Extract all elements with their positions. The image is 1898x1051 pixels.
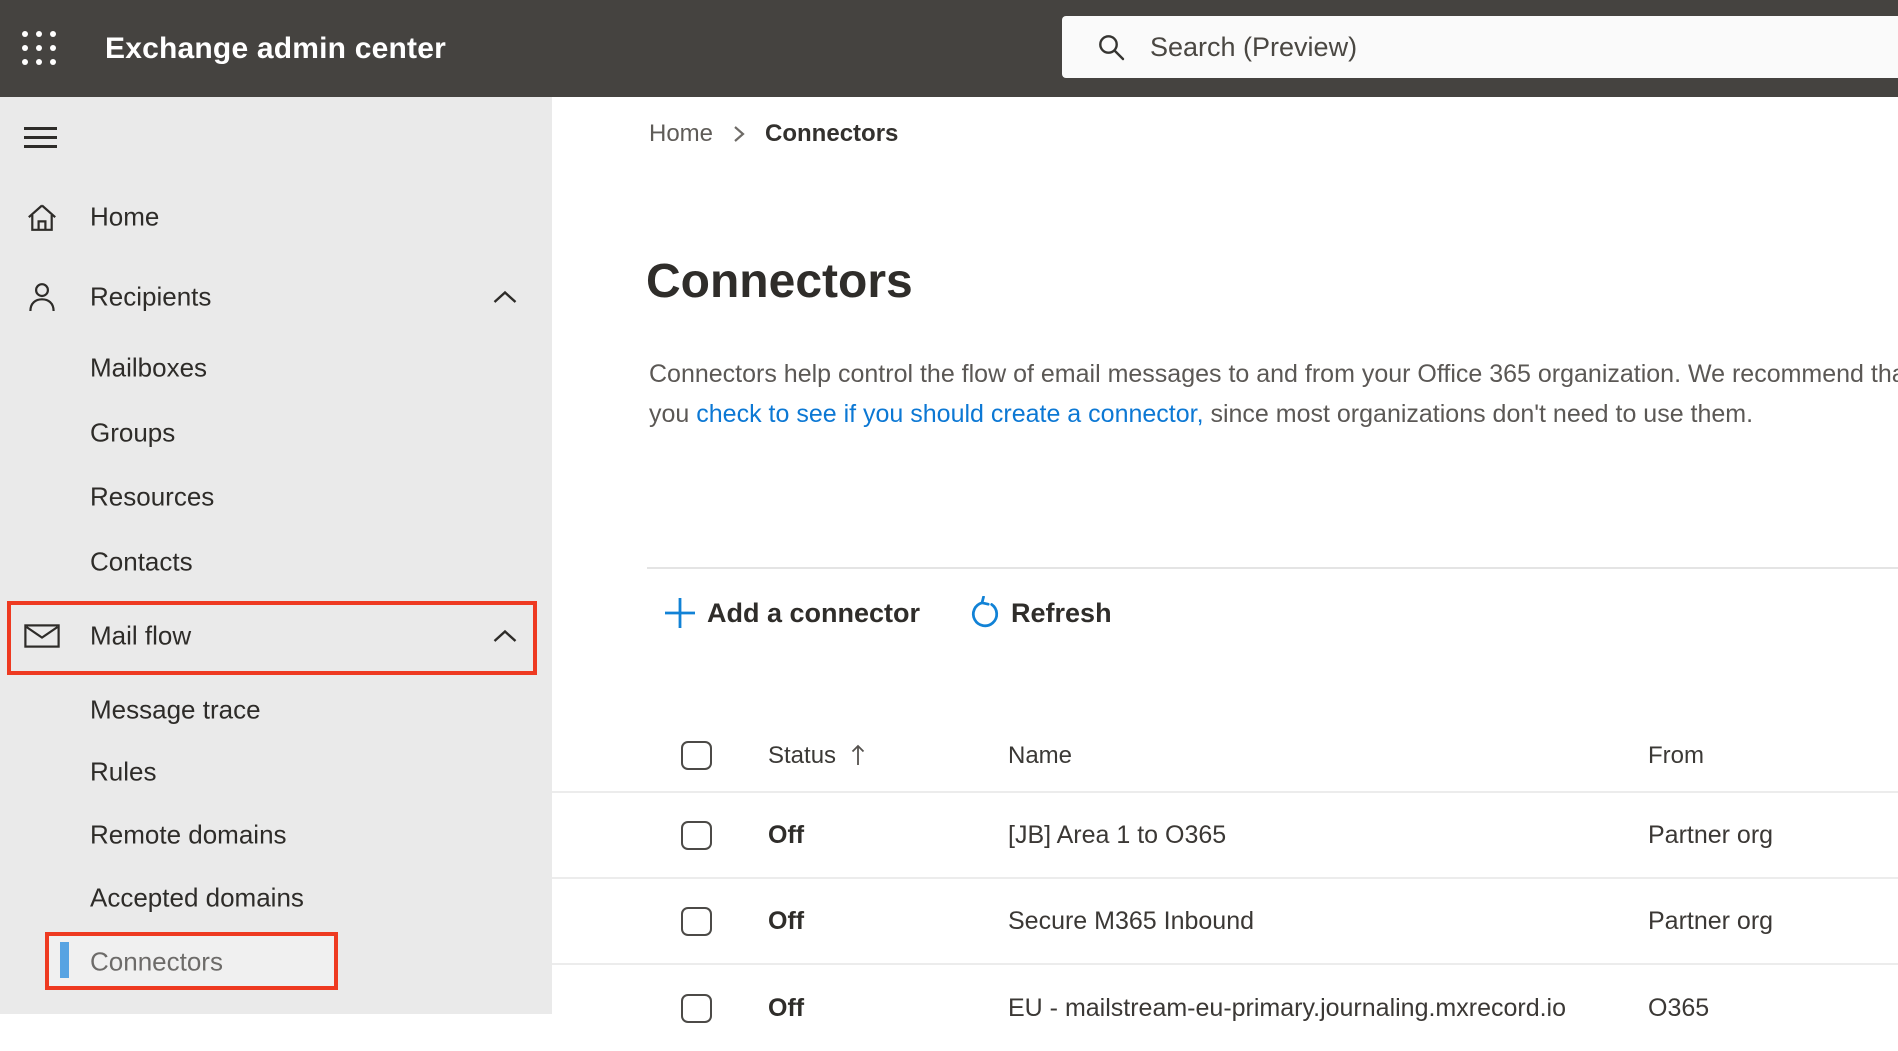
status-cell: Off [768,993,805,1022]
row-checkbox[interactable] [681,993,712,1023]
chevron-up-icon[interactable] [492,629,518,643]
chevron-up-icon[interactable] [492,290,518,304]
sidebar-item-resources[interactable]: Resources [0,465,552,529]
row-checkbox[interactable] [681,820,712,850]
sidebar-item-label: Contacts [90,546,193,577]
row-checkbox[interactable] [681,906,712,936]
from-cell: O365 [1648,993,1710,1022]
toolbar-top-divider [647,567,1898,569]
search-icon [1099,35,1125,61]
status-cell: Off [768,820,805,849]
refresh-icon [972,596,999,628]
sidebar-item-label: Home [90,201,160,232]
sidebar-item-groups[interactable]: Groups [0,401,552,465]
sidebar-item-label: Rules [90,756,157,787]
name-cell: Secure M365 Inbound [1008,906,1255,935]
command-bar: Add a connector Refresh [663,595,1112,631]
search-box[interactable] [1062,16,1898,78]
table-row[interactable]: Off [JB] Area 1 to O365 Partner org [552,793,1898,879]
sidebar-item-label: Accepted domains [90,882,304,913]
chevron-right-icon [732,124,746,144]
sidebar-item-home[interactable]: Home [0,185,552,249]
column-header-from[interactable]: From [1648,720,1704,791]
breadcrumb: Home Connectors [649,118,898,150]
person-icon [24,282,60,313]
column-header-name[interactable]: Name [1008,720,1072,791]
table-row[interactable]: Off Secure M365 Inbound Partner org [552,879,1898,965]
sidebar-item-accepted-domains[interactable]: Accepted domains [0,866,552,930]
breadcrumb-home[interactable]: Home [649,120,713,148]
sidebar-item-label: Message trace [90,694,261,725]
sidebar-item-label: Mail flow [90,620,192,651]
column-header-status[interactable]: Status [768,720,866,791]
sidebar-item-remote-domains[interactable]: Remote domains [0,803,552,867]
home-icon [24,203,60,231]
from-cell: Partner org [1648,820,1774,849]
nav-toggle-icon[interactable] [24,127,57,154]
sidebar-item-connectors[interactable]: Connectors [0,930,552,994]
from-cell: Partner org [1648,906,1774,935]
mail-icon [24,624,60,648]
selected-item-indicator [60,942,69,978]
create-connector-link[interactable]: check to see if you should create a conn… [696,400,1203,428]
search-input[interactable] [1150,31,1770,63]
table-row[interactable]: Off EU - mailstream-eu-primary.journalin… [552,965,1898,1051]
select-all-checkbox[interactable] [681,741,712,770]
app-launcher-icon[interactable] [22,31,56,65]
sidebar-item-label: Resources [90,481,215,512]
sidebar-item-message-trace[interactable]: Message trace [0,678,552,742]
sort-ascending-icon [850,743,866,768]
table-header-row: Status Name From [552,720,1898,793]
sidebar-item-rules[interactable]: Rules [0,740,552,804]
sidebar-item-label: Remote domains [90,819,287,850]
plus-icon [665,598,695,628]
name-cell: [JB] Area 1 to O365 [1008,820,1227,849]
sidebar-item-mail-flow[interactable]: Mail flow [0,604,552,668]
page-description: Connectors help control the flow of emai… [649,354,1898,434]
sidebar-item-label: Recipients [90,281,212,312]
app-title: Exchange admin center [105,31,446,65]
sidebar-item-label: Mailboxes [90,352,208,383]
sidebar-item-label: Groups [90,417,176,448]
add-connector-button[interactable]: Add a connector [663,596,920,630]
breadcrumb-current: Connectors [765,120,899,147]
refresh-button[interactable]: Refresh [968,596,1112,630]
sidebar-nav: Home Recipients Mailboxes Groups Resourc… [0,97,552,1014]
status-cell: Off [768,906,805,935]
top-bar: Exchange admin center [0,0,1898,97]
sidebar-item-contacts[interactable]: Contacts [0,530,552,594]
page-title: Connectors [646,255,913,308]
sidebar-item-recipients[interactable]: Recipients [0,265,552,329]
name-cell: EU - mailstream-eu-primary.journaling.mx… [1008,993,1567,1022]
description-text-after: since most organizations don't need to u… [1203,400,1754,428]
sidebar-item-mailboxes[interactable]: Mailboxes [0,336,552,400]
sidebar-item-label: Connectors [90,946,223,977]
add-connector-label: Add a connector [707,597,921,628]
main-content: Home Connectors Connectors Connectors he… [552,97,1898,1023]
refresh-label: Refresh [1011,597,1112,628]
